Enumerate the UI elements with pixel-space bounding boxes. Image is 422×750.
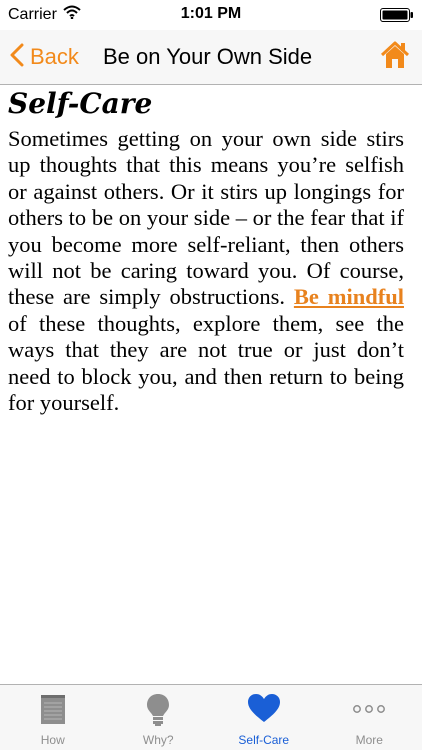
home-button[interactable] — [380, 40, 410, 70]
lightbulb-icon — [146, 693, 170, 732]
home-icon — [380, 41, 410, 74]
page-title: Self-Care — [8, 87, 153, 120]
heart-icon — [247, 693, 281, 728]
body-text: Sometimes getting on your own side stirs… — [8, 126, 404, 416]
nav-title: Be on Your Own Side — [103, 44, 313, 69]
more-dots-icon — [352, 693, 386, 728]
navigation-bar: Back Be on Your Own Side — [0, 30, 422, 85]
tab-how[interactable]: How — [0, 685, 106, 750]
body-text-part-1: Sometimes getting on your own side stirs… — [8, 126, 404, 310]
battery-icon — [380, 8, 414, 27]
body-text-part-2: of these thoughts, explore them, see the… — [8, 310, 404, 416]
tab-how-label: How — [40, 733, 65, 747]
chevron-left-icon — [10, 43, 24, 72]
main-content: Self-Care Sometimes getting on your own … — [8, 86, 404, 416]
back-label: Back — [30, 44, 79, 69]
tab-more-label: More — [355, 733, 383, 747]
be-mindful-link[interactable]: Be mindful — [294, 284, 404, 309]
status-time: 1:01 PM — [180, 5, 242, 22]
tab-more[interactable]: More — [317, 685, 422, 750]
tab-why[interactable]: Why? — [106, 685, 212, 750]
tab-self-care[interactable]: Self-Care — [211, 685, 317, 750]
notepad-icon — [40, 693, 66, 730]
back-button[interactable]: Back — [10, 40, 79, 74]
tab-bar: How Why? Self-Care More — [0, 684, 422, 750]
tab-why-label: Why? — [142, 733, 174, 747]
tab-self-care-label: Self-Care — [238, 733, 290, 747]
status-bar: Carrier 1:01 PM — [0, 0, 422, 30]
